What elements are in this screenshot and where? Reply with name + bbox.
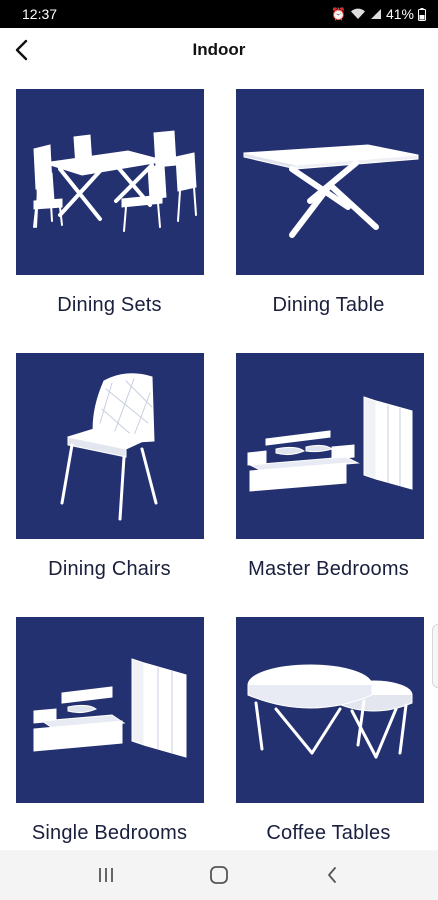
recent-apps-button[interactable]	[86, 855, 126, 895]
page-title: Indoor	[192, 40, 246, 59]
category-label-single-bedrooms: Single Bedrooms	[31, 822, 188, 844]
dining-set-image	[33, 130, 197, 232]
home-button[interactable]	[199, 855, 239, 895]
dining-chair-image	[60, 373, 158, 521]
coffee-table-image	[247, 664, 413, 759]
recent-apps-icon	[99, 868, 114, 882]
category-label-dining-chairs: Dining Chairs	[48, 558, 171, 580]
category-label-master-bedrooms: Master Bedrooms	[248, 558, 409, 580]
alarm-icon: ⏰	[331, 7, 346, 21]
category-tile-dining-sets[interactable]	[16, 89, 204, 275]
category-tile-coffee-tables[interactable]	[236, 617, 424, 803]
signal-icon	[370, 9, 381, 19]
category-tile-single-bedrooms[interactable]	[16, 617, 204, 803]
master-bedroom-image	[247, 396, 413, 492]
status-icons: ⏰ 41%	[331, 6, 426, 22]
scroll-hint-tab[interactable]	[432, 624, 438, 688]
system-nav-bar	[0, 850, 438, 900]
dining-table-image	[243, 144, 419, 238]
back-icon	[327, 867, 336, 883]
battery-percentage: 41%	[385, 6, 414, 22]
system-back-button[interactable]	[312, 855, 352, 895]
category-tile-dining-chairs[interactable]	[16, 353, 204, 539]
battery-icon	[418, 7, 426, 21]
category-label-coffee-tables: Coffee Tables	[266, 822, 391, 844]
app-bar: Indoor	[0, 28, 438, 72]
category-label-dining-sets: Dining Sets	[57, 294, 162, 316]
status-bar: 12:37 ⏰ 41%	[0, 0, 438, 28]
category-tile-master-bedrooms[interactable]	[236, 353, 424, 539]
home-icon	[210, 866, 228, 884]
single-bedroom-image	[33, 658, 187, 758]
wifi-icon	[350, 8, 365, 19]
category-tile-dining-table[interactable]	[236, 89, 424, 275]
category-grid: Dining Sets Dining Table Dining Chairs M…	[0, 72, 438, 850]
status-time: 12:37	[22, 6, 58, 22]
category-label-dining-table: Dining Table	[272, 294, 385, 316]
back-button[interactable]	[4, 32, 40, 68]
chevron-left-icon	[15, 39, 28, 61]
